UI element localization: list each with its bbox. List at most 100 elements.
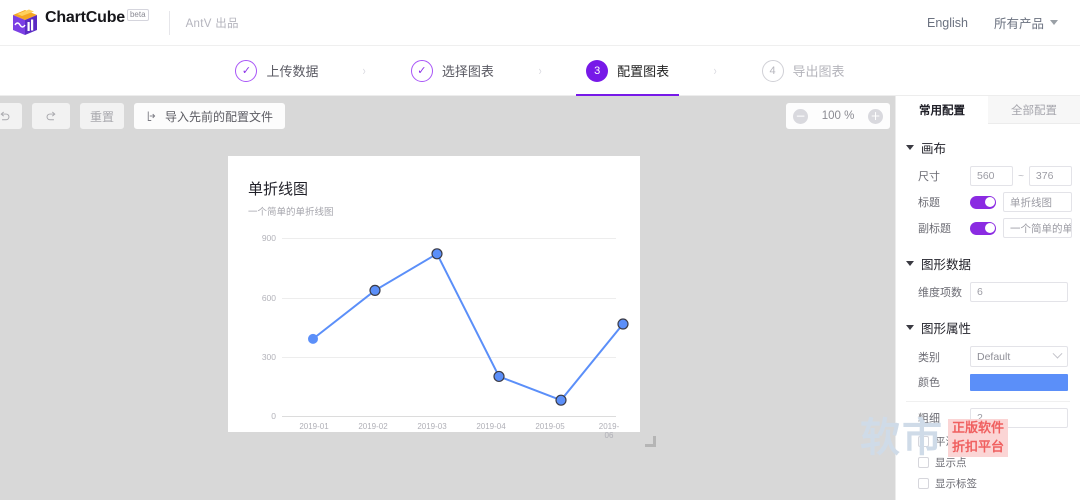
- dimension-count-input[interactable]: 6: [970, 282, 1068, 302]
- title-toggle[interactable]: [970, 195, 996, 209]
- reset-button[interactable]: 重置: [80, 103, 125, 129]
- section-canvas-header[interactable]: 画布: [896, 132, 1080, 163]
- y-tick-label: 0: [271, 411, 276, 421]
- step-label: 导出图表: [792, 64, 845, 79]
- title-input[interactable]: 单折线图: [1003, 192, 1072, 212]
- data-point[interactable]: [431, 248, 443, 260]
- smooth-checkbox[interactable]: [918, 436, 929, 447]
- step-separator-icon: ›: [363, 63, 367, 78]
- step-separator-icon: ›: [538, 63, 542, 78]
- zoom-level-value: 100 %: [821, 110, 855, 122]
- canvas-stage: 单折线图 一个简单的单折线图 900 600 300 0 2019-01 201…: [0, 136, 895, 500]
- y-tick-label: 600: [261, 293, 276, 303]
- data-point[interactable]: [308, 333, 318, 344]
- data-point[interactable]: [369, 284, 381, 297]
- line-series: [308, 248, 629, 406]
- brand-name: ChartCube: [45, 9, 125, 26]
- canvas-height-input[interactable]: 376: [1028, 166, 1072, 186]
- collapse-triangle-icon: [906, 325, 914, 330]
- canvas-width-input[interactable]: 560: [970, 166, 1014, 186]
- section-style-header[interactable]: 图形属性: [896, 312, 1080, 343]
- field-canvas-title: 标题 单折线图: [896, 189, 1080, 215]
- color-label: 颜色: [918, 377, 940, 389]
- category-selected-value: Default: [977, 350, 1011, 363]
- line-chart-plot: 900 600 300 0 2019-01 2019-02 2019-03 20…: [248, 232, 629, 440]
- language-switch[interactable]: English: [927, 16, 968, 30]
- color-swatch[interactable]: [970, 373, 1068, 391]
- step-label: 选择图表: [441, 64, 494, 79]
- subtitle-toggle[interactable]: [970, 221, 996, 235]
- canvas-resize-handle[interactable]: [645, 436, 656, 447]
- category-select[interactable]: Default: [970, 346, 1068, 367]
- header-divider: [168, 10, 170, 35]
- tab-all-config[interactable]: 全部配置: [988, 96, 1080, 124]
- field-canvas-size: 尺寸 560 ~ 376: [896, 163, 1080, 189]
- section-data-title: 图形数据: [921, 258, 972, 272]
- checkbox-show-points[interactable]: 显示点: [896, 452, 1080, 473]
- step-label: 上传数据: [266, 64, 319, 79]
- app-header: ChartCube beta AntV 出品 English 所有产品: [0, 0, 1080, 46]
- category-label: 类别: [918, 351, 940, 364]
- title-label: 标题: [918, 197, 940, 209]
- redo-button[interactable]: [32, 103, 70, 129]
- panel-divider: [906, 401, 1070, 402]
- chartcube-cube-icon: [10, 8, 40, 38]
- brand-logo[interactable]: ChartCube beta: [10, 7, 149, 38]
- dimension-label: 维度项数: [918, 287, 962, 299]
- x-tick-label: 2019-05: [535, 422, 565, 431]
- step-label: 配置图表: [617, 64, 670, 79]
- y-tick-label: 300: [261, 352, 276, 362]
- data-point[interactable]: [555, 394, 567, 406]
- data-point[interactable]: [617, 318, 629, 330]
- smooth-label: 平滑: [935, 436, 956, 448]
- undo-button[interactable]: [0, 103, 22, 129]
- import-config-label: 导入先前的配置文件: [165, 109, 274, 124]
- tab-common-config[interactable]: 常用配置: [896, 96, 988, 124]
- import-config-button[interactable]: 导入先前的配置文件: [134, 103, 286, 129]
- zoom-control: − 100 % +: [786, 103, 890, 129]
- chart-canvas[interactable]: 单折线图 一个简单的单折线图 900 600 300 0 2019-01 201…: [228, 156, 640, 440]
- step-upload-data[interactable]: ✓ 上传数据: [231, 46, 322, 96]
- zoom-in-button[interactable]: +: [867, 108, 883, 124]
- checkbox-show-labels[interactable]: 显示标签: [896, 473, 1080, 494]
- field-canvas-subtitle: 副标题 一个简单的单折线: [896, 215, 1080, 241]
- config-panel-tabs: 常用配置 全部配置: [896, 96, 1080, 124]
- chevron-down-icon: [1052, 348, 1063, 359]
- collapse-triangle-icon: [906, 145, 914, 150]
- header-actions: English 所有产品: [927, 13, 1058, 32]
- thickness-label: 粗细: [918, 413, 940, 425]
- step-badge-number: 4: [761, 59, 784, 82]
- import-file-icon: [147, 111, 156, 121]
- config-panel: 常用配置 全部配置 画布 尺寸 560 ~ 376 标题 单折线图 副标题 一个…: [895, 96, 1080, 500]
- step-badge-number: 3: [586, 59, 609, 82]
- chart-subtitle: 一个简单的单折线图: [248, 207, 334, 218]
- chart-title: 单折线图: [248, 181, 309, 198]
- step-badge-check-icon: ✓: [235, 59, 258, 82]
- show-labels-checkbox[interactable]: [918, 478, 929, 489]
- section-data-header[interactable]: 图形数据: [896, 248, 1080, 279]
- x-tick-label: 2019-03: [417, 422, 447, 431]
- redo-arrow-icon: [46, 111, 56, 120]
- section-canvas-title: 画布: [921, 142, 947, 156]
- field-color: 颜色: [896, 370, 1080, 394]
- step-badge-check-icon: ✓: [410, 59, 433, 82]
- field-thickness: 粗细 2: [896, 405, 1080, 431]
- antv-label-text: AntV 出品: [185, 17, 239, 30]
- show-points-checkbox[interactable]: [918, 457, 929, 468]
- config-panel-body: 画布 尺寸 560 ~ 376 标题 单折线图 副标题 一个简单的单折线 图形数…: [896, 124, 1080, 494]
- y-tick-label: 900: [261, 233, 276, 243]
- data-point[interactable]: [493, 370, 505, 383]
- checkbox-smooth[interactable]: 平滑: [896, 431, 1080, 452]
- show-points-label: 显示点: [935, 457, 967, 469]
- step-bar: ✓ 上传数据 › ✓ 选择图表 › 3 配置图表 › 4 导出图表: [0, 46, 1080, 96]
- field-category: 类别 Default: [896, 343, 1080, 370]
- subtitle-input[interactable]: 一个简单的单折线: [1003, 218, 1072, 238]
- step-configure-chart[interactable]: 3 配置图表: [576, 46, 680, 96]
- step-export-chart[interactable]: 4 导出图表: [758, 46, 849, 96]
- zoom-out-button[interactable]: −: [793, 108, 808, 124]
- step-select-chart[interactable]: ✓ 选择图表: [407, 46, 498, 96]
- thickness-input[interactable]: 2: [970, 408, 1068, 428]
- all-products-menu[interactable]: 所有产品: [994, 13, 1058, 32]
- subtitle-label: 副标题: [918, 223, 951, 235]
- field-dimension-count: 维度项数 6: [896, 279, 1080, 305]
